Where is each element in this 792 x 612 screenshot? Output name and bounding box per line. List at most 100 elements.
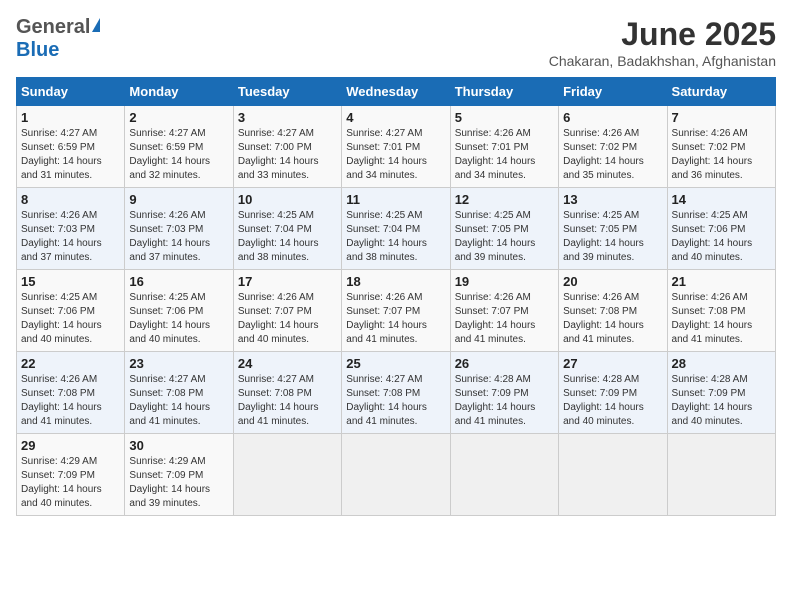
sunrise-text: Sunrise: 4:25 AM bbox=[238, 209, 337, 223]
calendar-cell: 8 Sunrise: 4:26 AMSunset: 7:03 PMDaylight… bbox=[17, 188, 125, 270]
day-number: 27 bbox=[563, 356, 662, 371]
sunset-text: Sunset: 7:08 PM bbox=[238, 387, 337, 401]
day-detail: Sunrise: 4:26 AMSunset: 7:03 PMDaylight:… bbox=[129, 209, 228, 265]
sunset-text: Sunset: 7:06 PM bbox=[672, 223, 771, 237]
day-detail: Sunrise: 4:29 AMSunset: 7:09 PMDaylight:… bbox=[129, 455, 228, 511]
sunset-text: Sunset: 7:08 PM bbox=[563, 305, 662, 319]
calendar-cell bbox=[667, 434, 775, 516]
daylight-text: Daylight: 14 hours and 40 minutes. bbox=[672, 401, 771, 429]
calendar-cell: 9Sunrise: 4:26 AMSunset: 7:03 PMDaylight… bbox=[125, 188, 233, 270]
calendar-cell: 16Sunrise: 4:25 AMSunset: 7:06 PMDayligh… bbox=[125, 270, 233, 352]
sunrise-text: Sunrise: 4:25 AM bbox=[21, 291, 120, 305]
day-number: 22 bbox=[21, 356, 120, 371]
sunrise-text: Sunrise: 4:26 AM bbox=[563, 127, 662, 141]
day-number: 2 bbox=[129, 110, 228, 125]
calendar-cell: 19 Sunrise: 4:26 AMSunset: 7:07 PMDayligh… bbox=[450, 270, 558, 352]
sunset-text: Sunset: 7:01 PM bbox=[346, 141, 445, 155]
calendar-table: SundayMondayTuesdayWednesdayThursdayFrid… bbox=[16, 77, 776, 516]
day-number: 23 bbox=[129, 356, 228, 371]
calendar-header: SundayMondayTuesdayWednesdayThursdayFrid… bbox=[17, 78, 776, 106]
daylight-text: Daylight: 14 hours and 35 minutes. bbox=[563, 155, 662, 183]
sunrise-text: Sunrise: 4:26 AM bbox=[346, 291, 445, 305]
daylight-text: Daylight: 14 hours and 34 minutes. bbox=[346, 155, 445, 183]
calendar-cell: 22Sunrise: 4:26 AMSunset: 7:08 PMDayligh… bbox=[17, 352, 125, 434]
sunset-text: Sunset: 7:08 PM bbox=[21, 387, 120, 401]
daylight-text: Daylight: 14 hours and 39 minutes. bbox=[129, 483, 228, 511]
daylight-text: Daylight: 14 hours and 40 minutes. bbox=[672, 237, 771, 265]
day-number: 6 bbox=[563, 110, 662, 125]
daylight-text: Daylight: 14 hours and 36 minutes. bbox=[672, 155, 771, 183]
day-number: 20 bbox=[563, 274, 662, 289]
day-number: 12 bbox=[455, 192, 554, 207]
day-detail: Sunrise: 4:26 AMSunset: 7:08 PMDaylight:… bbox=[672, 291, 771, 347]
day-number: 4 bbox=[346, 110, 445, 125]
day-detail: Sunrise: 4:27 AMSunset: 6:59 PMDaylight:… bbox=[21, 127, 120, 183]
calendar-cell: 11Sunrise: 4:25 AMSunset: 7:04 PMDayligh… bbox=[342, 188, 450, 270]
calendar-cell: 25Sunrise: 4:27 AMSunset: 7:08 PMDayligh… bbox=[342, 352, 450, 434]
calendar-cell: 5Sunrise: 4:26 AMSunset: 7:01 PMDaylight… bbox=[450, 106, 558, 188]
sunrise-text: Sunrise: 4:27 AM bbox=[21, 127, 120, 141]
sunrise-text: Sunrise: 4:26 AM bbox=[238, 291, 337, 305]
day-detail: Sunrise: 4:27 AMSunset: 7:00 PMDaylight:… bbox=[238, 127, 337, 183]
weekday-header-monday: Monday bbox=[125, 78, 233, 106]
daylight-text: Daylight: 14 hours and 41 minutes. bbox=[563, 319, 662, 347]
day-detail: Sunrise: 4:29 AMSunset: 7:09 PMDaylight:… bbox=[21, 455, 120, 511]
calendar-body: 1Sunrise: 4:27 AMSunset: 6:59 PMDaylight… bbox=[17, 106, 776, 516]
daylight-text: Daylight: 14 hours and 39 minutes. bbox=[455, 237, 554, 265]
sunrise-text: Sunrise: 4:25 AM bbox=[563, 209, 662, 223]
sunset-text: Sunset: 7:07 PM bbox=[346, 305, 445, 319]
daylight-text: Daylight: 14 hours and 41 minutes. bbox=[129, 401, 228, 429]
day-detail: Sunrise: 4:26 AMSunset: 7:08 PMDaylight:… bbox=[563, 291, 662, 347]
daylight-text: Daylight: 14 hours and 41 minutes. bbox=[672, 319, 771, 347]
day-number: 15 bbox=[21, 274, 120, 289]
day-number: 30 bbox=[129, 438, 228, 453]
sunrise-text: Sunrise: 4:25 AM bbox=[672, 209, 771, 223]
sunset-text: Sunset: 7:06 PM bbox=[129, 305, 228, 319]
day-number: 8 bbox=[21, 192, 120, 207]
calendar-cell: 18 Sunrise: 4:26 AMSunset: 7:07 PMDayligh… bbox=[342, 270, 450, 352]
day-number: 25 bbox=[346, 356, 445, 371]
day-detail: Sunrise: 4:26 AMSunset: 7:03 PMDaylight:… bbox=[21, 209, 120, 265]
day-detail: Sunrise: 4:25 AMSunset: 7:06 PMDaylight:… bbox=[129, 291, 228, 347]
daylight-text: Daylight: 14 hours and 40 minutes. bbox=[21, 319, 120, 347]
day-number: 5 bbox=[455, 110, 554, 125]
daylight-text: Daylight: 14 hours and 34 minutes. bbox=[455, 155, 554, 183]
weekday-header-wednesday: Wednesday bbox=[342, 78, 450, 106]
sunset-text: Sunset: 6:59 PM bbox=[129, 141, 228, 155]
day-detail: Sunrise: 4:26 AMSunset: 7:07 PMDaylight:… bbox=[455, 291, 554, 347]
daylight-text: Daylight: 14 hours and 41 minutes. bbox=[455, 319, 554, 347]
sunset-text: Sunset: 7:04 PM bbox=[346, 223, 445, 237]
day-number: 26 bbox=[455, 356, 554, 371]
calendar-cell: 2Sunrise: 4:27 AMSunset: 6:59 PMDaylight… bbox=[125, 106, 233, 188]
weekday-header-saturday: Saturday bbox=[667, 78, 775, 106]
sunset-text: Sunset: 7:09 PM bbox=[563, 387, 662, 401]
calendar-cell: 20 Sunrise: 4:26 AMSunset: 7:08 PMDayligh… bbox=[559, 270, 667, 352]
calendar-cell bbox=[450, 434, 558, 516]
sunset-text: Sunset: 7:02 PM bbox=[563, 141, 662, 155]
calendar-cell bbox=[233, 434, 341, 516]
daylight-text: Daylight: 14 hours and 41 minutes. bbox=[346, 319, 445, 347]
day-detail: Sunrise: 4:27 AMSunset: 7:08 PMDaylight:… bbox=[129, 373, 228, 429]
sunrise-text: Sunrise: 4:29 AM bbox=[129, 455, 228, 469]
day-number: 18 bbox=[346, 274, 445, 289]
day-detail: Sunrise: 4:27 AMSunset: 7:01 PMDaylight:… bbox=[346, 127, 445, 183]
calendar-week-row: 8 Sunrise: 4:26 AMSunset: 7:03 PMDaylight… bbox=[17, 188, 776, 270]
day-number: 19 bbox=[455, 274, 554, 289]
calendar-cell: 15Sunrise: 4:25 AMSunset: 7:06 PMDayligh… bbox=[17, 270, 125, 352]
calendar-cell: 29Sunrise: 4:29 AMSunset: 7:09 PMDayligh… bbox=[17, 434, 125, 516]
calendar-cell: 26Sunrise: 4:28 AMSunset: 7:09 PMDayligh… bbox=[450, 352, 558, 434]
day-number: 11 bbox=[346, 192, 445, 207]
day-detail: Sunrise: 4:25 AMSunset: 7:05 PMDaylight:… bbox=[455, 209, 554, 265]
sunrise-text: Sunrise: 4:27 AM bbox=[346, 127, 445, 141]
calendar-cell: 4 Sunrise: 4:27 AMSunset: 7:01 PMDaylight… bbox=[342, 106, 450, 188]
day-number: 28 bbox=[672, 356, 771, 371]
sunrise-text: Sunrise: 4:26 AM bbox=[672, 291, 771, 305]
sunset-text: Sunset: 7:08 PM bbox=[346, 387, 445, 401]
sunrise-text: Sunrise: 4:26 AM bbox=[21, 373, 120, 387]
day-number: 10 bbox=[238, 192, 337, 207]
calendar-week-row: 29Sunrise: 4:29 AMSunset: 7:09 PMDayligh… bbox=[17, 434, 776, 516]
day-number: 21 bbox=[672, 274, 771, 289]
calendar-cell bbox=[559, 434, 667, 516]
calendar-cell: 21 Sunrise: 4:26 AMSunset: 7:08 PMDayligh… bbox=[667, 270, 775, 352]
title-area: June 2025 Chakaran, Badakhshan, Afghanis… bbox=[549, 16, 776, 69]
